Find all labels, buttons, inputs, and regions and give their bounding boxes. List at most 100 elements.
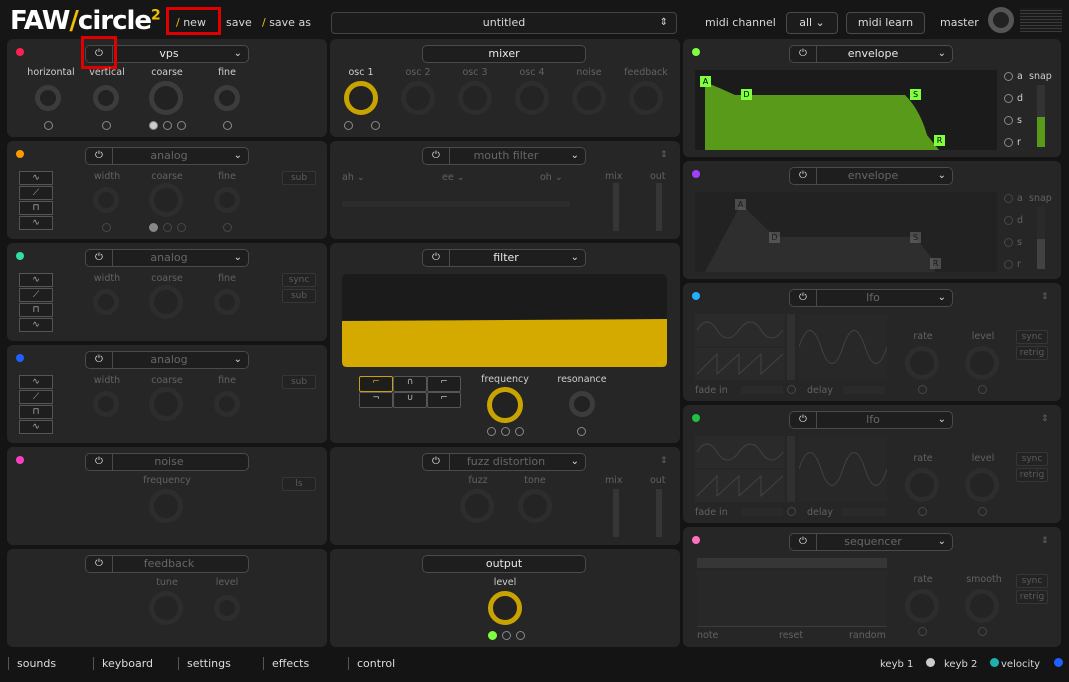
- power-icon[interactable]: ⏻: [86, 250, 113, 266]
- keyb1-dot[interactable]: [926, 658, 935, 667]
- osc2-header[interactable]: ⏻ analog ⌄: [85, 147, 249, 165]
- coarse-knob[interactable]: [149, 387, 183, 421]
- sub-button[interactable]: sub: [282, 289, 316, 303]
- noise-frequency-knob[interactable]: [149, 489, 183, 523]
- osc4-mix-knob[interactable]: [515, 81, 549, 115]
- chevron-down-icon[interactable]: ⌄: [234, 352, 242, 368]
- wave-sine-button[interactable]: ∿: [19, 273, 53, 287]
- wave-square-button[interactable]: ⊓: [19, 303, 53, 317]
- lfo2-wave-thumbs[interactable]: [695, 436, 785, 502]
- out-slider[interactable]: [656, 183, 662, 231]
- mod-ring[interactable]: [978, 627, 987, 636]
- seq-steps-display[interactable]: [697, 570, 887, 627]
- mod-ring[interactable]: [344, 121, 353, 130]
- lfo1-header[interactable]: ⏻ lfo ⌄: [789, 289, 953, 307]
- power-icon[interactable]: ⏻: [790, 534, 817, 550]
- vowel-slider[interactable]: [342, 201, 570, 207]
- snap-slider[interactable]: [1037, 207, 1045, 269]
- chevron-down-icon[interactable]: ⌄: [938, 412, 946, 428]
- ls-button[interactable]: ls: [282, 477, 316, 491]
- mod-ring[interactable]: [978, 385, 987, 394]
- mod-ring[interactable]: [149, 121, 158, 130]
- power-icon[interactable]: ⏻: [423, 148, 450, 164]
- seq-header[interactable]: ⏻ sequencer ⌄: [789, 533, 953, 551]
- osc3-header[interactable]: ⏻ analog ⌄: [85, 249, 249, 267]
- env-point-a[interactable]: A: [700, 76, 711, 87]
- chevron-down-icon[interactable]: ⌄: [938, 168, 946, 184]
- chevron-down-icon[interactable]: ⌄: [938, 290, 946, 306]
- updown-icon[interactable]: ⇕: [1041, 292, 1049, 302]
- sync-button[interactable]: sync: [1016, 330, 1048, 344]
- fuzz-knob[interactable]: [460, 489, 494, 523]
- filter-header[interactable]: ⏻ filter ⌄: [422, 249, 586, 267]
- updown-icon[interactable]: ⇕: [1041, 414, 1049, 424]
- mod-ring[interactable]: [501, 427, 510, 436]
- vowel1-select[interactable]: ah ⌄: [342, 172, 365, 183]
- snap-slider[interactable]: [1037, 85, 1045, 147]
- lfo2-level-knob[interactable]: [965, 468, 999, 502]
- width-knob[interactable]: [93, 391, 119, 417]
- wave-sine-button[interactable]: ∿: [19, 375, 53, 389]
- resonance-knob[interactable]: [569, 391, 595, 417]
- filter-hp2-button[interactable]: ⌐: [427, 392, 461, 408]
- fine-knob[interactable]: [214, 289, 240, 315]
- save-as-button[interactable]: / save as: [262, 16, 311, 29]
- chevron-down-icon[interactable]: ⌄: [571, 454, 579, 470]
- mod-ring[interactable]: [149, 223, 158, 232]
- mod-ring[interactable]: [487, 427, 496, 436]
- vowel2-select[interactable]: ee ⌄: [442, 172, 465, 183]
- env-point-d[interactable]: D: [741, 89, 752, 100]
- midi-channel-select[interactable]: all ⌄: [786, 12, 838, 34]
- env-point-r[interactable]: R: [930, 258, 941, 269]
- env-point-r[interactable]: R: [934, 135, 945, 146]
- retrig-button[interactable]: retrig: [1016, 346, 1048, 360]
- velocity-dot[interactable]: [1054, 658, 1063, 667]
- chevron-down-icon[interactable]: ⌄: [571, 250, 579, 266]
- updown-icon[interactable]: ⇕: [660, 150, 668, 160]
- sub-button[interactable]: sub: [282, 375, 316, 389]
- mix-slider[interactable]: [613, 183, 619, 231]
- mod-ring[interactable]: [918, 385, 927, 394]
- output-level-knob[interactable]: [488, 591, 522, 625]
- power-icon[interactable]: ⏻: [86, 148, 113, 164]
- wave-square-button[interactable]: ⊓: [19, 201, 53, 215]
- mod-ring[interactable]: [978, 507, 987, 516]
- mod-ring[interactable]: [177, 223, 186, 232]
- env2-header[interactable]: ⏻ envelope ⌄: [789, 167, 953, 185]
- power-icon[interactable]: ⏻: [790, 412, 817, 428]
- filter-bp-button[interactable]: ∩: [393, 376, 427, 392]
- vertical-knob[interactable]: [93, 85, 119, 111]
- osc4-header[interactable]: ⏻ analog ⌄: [85, 351, 249, 369]
- mix-slider[interactable]: [613, 489, 619, 537]
- mod-ring[interactable]: [102, 223, 111, 232]
- power-icon[interactable]: ⏻: [86, 352, 113, 368]
- env-point-s[interactable]: S: [910, 89, 921, 100]
- tab-settings[interactable]: settings: [178, 657, 231, 670]
- power-icon[interactable]: ⏻: [86, 454, 113, 470]
- chevron-down-icon[interactable]: ⌄: [938, 46, 946, 62]
- mod-ring[interactable]: [515, 427, 524, 436]
- tune-knob[interactable]: [149, 591, 183, 625]
- r-radio[interactable]: [1004, 138, 1013, 147]
- keyb2-dot[interactable]: [990, 658, 999, 667]
- lfo1-level-knob[interactable]: [965, 346, 999, 380]
- chevron-down-icon[interactable]: ⌄: [234, 46, 242, 62]
- vowel3-select[interactable]: oh ⌄: [540, 172, 563, 183]
- r-radio[interactable]: [1004, 260, 1013, 269]
- fine-knob[interactable]: [214, 85, 240, 111]
- updown-icon[interactable]: ⇕: [660, 456, 668, 466]
- fuzz-header[interactable]: ⏻ fuzz distortion ⌄: [422, 453, 586, 471]
- seq-rate-knob[interactable]: [905, 589, 939, 623]
- filter-frequency-knob[interactable]: [487, 387, 523, 423]
- filter-hp-button[interactable]: ⌐: [427, 376, 461, 392]
- chevron-down-icon[interactable]: ⌄: [234, 148, 242, 164]
- filter-lp-button[interactable]: ⌐: [359, 376, 393, 392]
- mod-ring[interactable]: [223, 223, 232, 232]
- osc3-mix-knob[interactable]: [458, 81, 492, 115]
- power-icon[interactable]: ⏻: [790, 290, 817, 306]
- fine-knob[interactable]: [214, 187, 240, 213]
- new-button[interactable]: / new: [176, 16, 206, 29]
- osc1-mix-knob[interactable]: [344, 81, 378, 115]
- preset-selector[interactable]: untitled ⇕: [331, 12, 677, 34]
- env-point-a[interactable]: A: [735, 199, 746, 210]
